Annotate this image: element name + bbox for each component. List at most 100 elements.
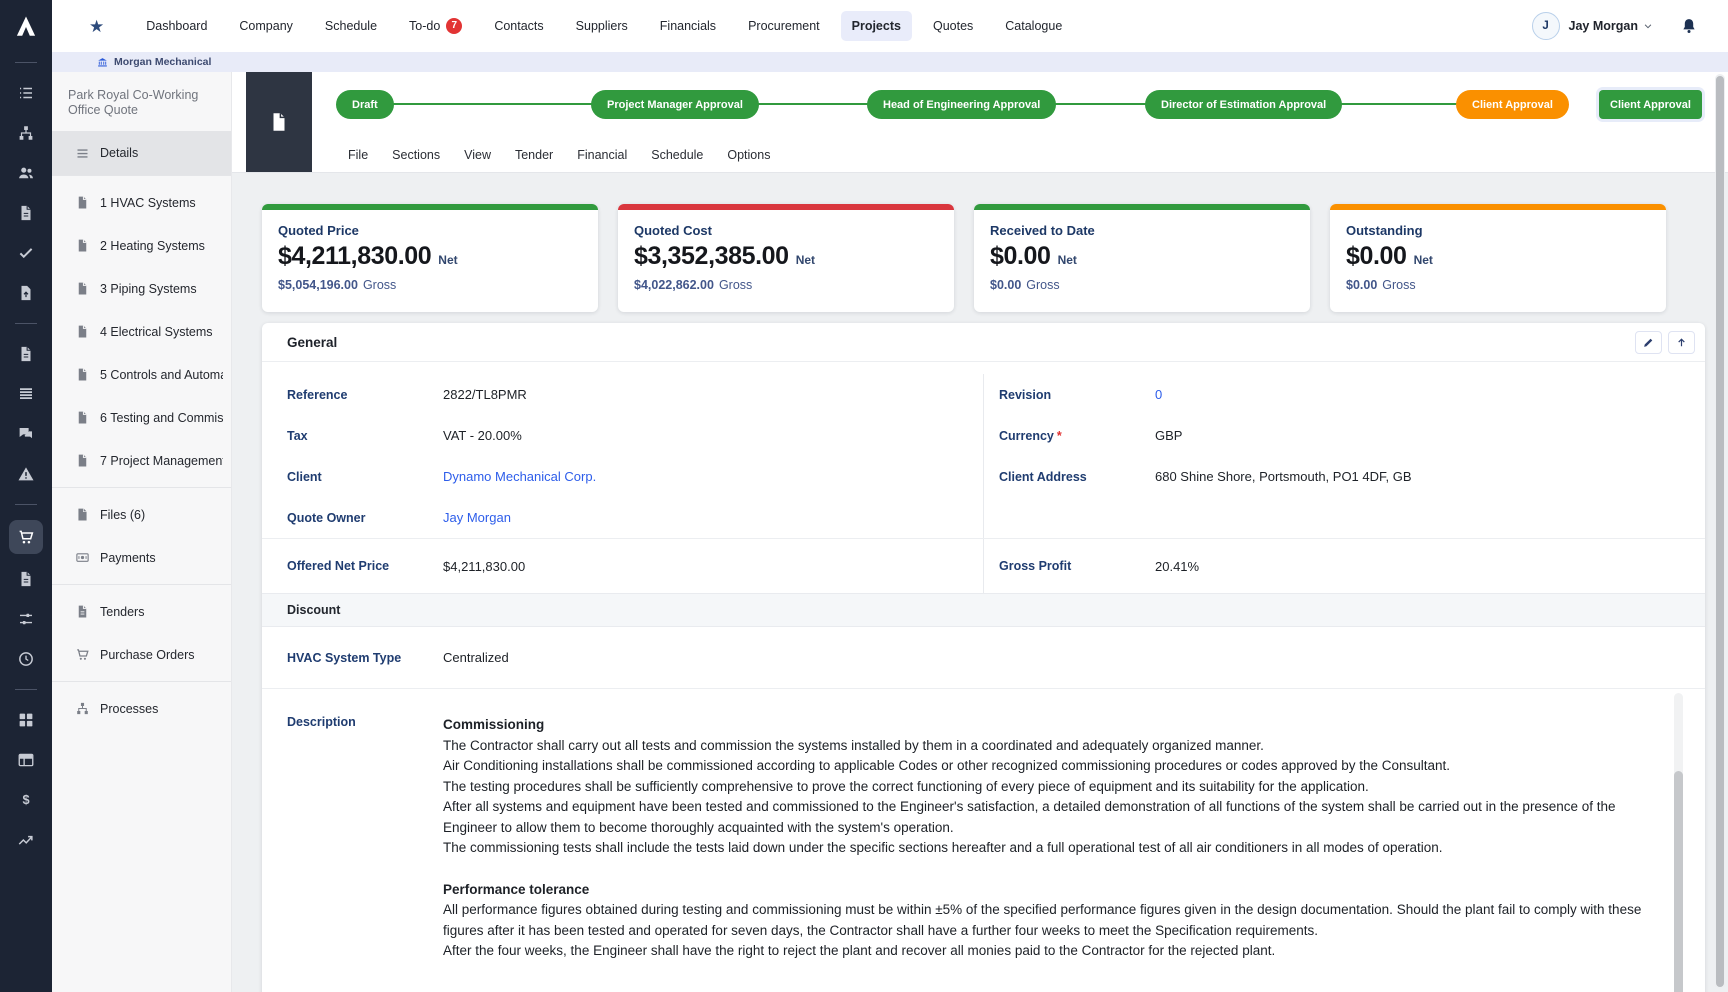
nav-dashboard[interactable]: Dashboard bbox=[135, 11, 218, 41]
menu-view[interactable]: View bbox=[464, 148, 491, 162]
sidebar-item-processes[interactable]: Processes bbox=[52, 687, 231, 730]
sidebar-item-tenders[interactable]: Tenders bbox=[52, 590, 231, 633]
sidebar-item-section-7[interactable]: 7 Project Management bbox=[52, 439, 231, 482]
sidebar-item-label: 2 Heating Systems bbox=[100, 239, 205, 253]
nav-quotes[interactable]: Quotes bbox=[922, 11, 984, 41]
hamburger-icon bbox=[75, 146, 90, 161]
workflow-step-estimation-approval[interactable]: Director of Estimation Approval bbox=[1145, 90, 1342, 119]
menu-tender[interactable]: Tender bbox=[515, 148, 553, 162]
cart-icon-selected[interactable] bbox=[9, 520, 43, 554]
document-icon[interactable] bbox=[17, 570, 35, 588]
clock-icon[interactable] bbox=[17, 650, 35, 668]
field-value-revision[interactable]: 0 bbox=[1155, 387, 1162, 402]
nav-catalogue[interactable]: Catalogue bbox=[994, 11, 1073, 41]
nav-todo[interactable]: To-do7 bbox=[398, 10, 473, 42]
sidebar-item-label: Purchase Orders bbox=[100, 648, 194, 662]
nav-suppliers[interactable]: Suppliers bbox=[565, 11, 639, 41]
field-label-client-address: Client Address bbox=[999, 470, 1155, 484]
file-icon bbox=[75, 507, 90, 522]
check-icon[interactable] bbox=[17, 244, 35, 262]
sidebar-group-processes: Processes bbox=[52, 681, 231, 735]
export-button[interactable] bbox=[1668, 331, 1695, 354]
sidebar-item-section-6[interactable]: 6 Testing and Commissioning bbox=[52, 396, 231, 439]
grid-icon[interactable] bbox=[17, 711, 35, 729]
field-label-quote-owner: Quote Owner bbox=[287, 511, 443, 525]
field-value-currency: GBP bbox=[1155, 428, 1182, 443]
file-upload-icon[interactable] bbox=[17, 284, 35, 302]
page-scrollbar-thumb[interactable] bbox=[1716, 76, 1724, 987]
sitemap-icon[interactable] bbox=[17, 124, 35, 142]
warning-icon[interactable] bbox=[17, 465, 35, 483]
document-icon[interactable] bbox=[17, 204, 35, 222]
menu-sections[interactable]: Sections bbox=[392, 148, 440, 162]
description-scrollbar[interactable] bbox=[1674, 693, 1683, 992]
sidebar-item-section-3[interactable]: 3 Piping Systems bbox=[52, 267, 231, 310]
menu-schedule[interactable]: Schedule bbox=[651, 148, 703, 162]
breadcrumb-label[interactable]: Morgan Mechanical bbox=[114, 56, 211, 68]
sidebar-item-section-1[interactable]: 1 HVAC Systems bbox=[52, 181, 231, 224]
chat-icon[interactable] bbox=[17, 425, 35, 443]
star-icon[interactable]: ★ bbox=[89, 18, 104, 35]
field-value-gross-profit: 20.41% bbox=[1155, 559, 1199, 574]
svg-text:$: $ bbox=[22, 792, 29, 807]
page-scrollbar[interactable] bbox=[1715, 74, 1725, 989]
description-heading: Commissioning bbox=[443, 715, 1658, 736]
nav-schedule[interactable]: Schedule bbox=[314, 11, 388, 41]
people-icon[interactable] bbox=[17, 164, 35, 182]
nav-label: Company bbox=[239, 19, 293, 33]
menu-options[interactable]: Options bbox=[727, 148, 770, 162]
rail-divider bbox=[15, 689, 37, 690]
chevron-down-icon[interactable] bbox=[1643, 21, 1653, 31]
sidebar-item-section-2[interactable]: 2 Heating Systems bbox=[52, 224, 231, 267]
nav-label: Dashboard bbox=[146, 19, 207, 33]
sidebar-item-files[interactable]: Files (6) bbox=[52, 493, 231, 536]
kpi-net-value: $3,352,385.00 bbox=[634, 242, 789, 271]
nav-procurement[interactable]: Procurement bbox=[737, 11, 831, 41]
sidebar-group-files: Files (6) Payments bbox=[52, 487, 231, 584]
workflow-step-client-approval[interactable]: Client Approval bbox=[1456, 90, 1569, 119]
nav-contacts[interactable]: Contacts bbox=[483, 11, 554, 41]
kpi-gross-value: $5,054,196.00 bbox=[278, 278, 358, 292]
field-value-quote-owner[interactable]: Jay Morgan bbox=[443, 510, 511, 525]
workflow-step-pm-approval[interactable]: Project Manager Approval bbox=[591, 90, 759, 119]
adjustments-icon[interactable] bbox=[17, 610, 35, 628]
kpi-net-suffix: Net bbox=[1058, 253, 1077, 267]
nav-projects-active[interactable]: Projects bbox=[841, 11, 912, 41]
document-icon[interactable] bbox=[17, 345, 35, 363]
rail-divider bbox=[15, 62, 37, 63]
breadcrumb: Morgan Mechanical bbox=[52, 52, 1728, 72]
edit-button[interactable] bbox=[1635, 331, 1662, 354]
field-value-client[interactable]: Dynamo Mechanical Corp. bbox=[443, 469, 596, 484]
nav-financials[interactable]: Financials bbox=[649, 11, 727, 41]
workflow-step-draft[interactable]: Draft bbox=[336, 90, 394, 119]
app-logo[interactable] bbox=[0, 0, 52, 52]
rows-icon[interactable] bbox=[17, 385, 35, 403]
client-approval-button[interactable]: Client Approval bbox=[1599, 90, 1702, 119]
description-scrollbar-thumb[interactable] bbox=[1674, 771, 1683, 992]
menu-financial[interactable]: Financial bbox=[577, 148, 627, 162]
quote-menubar: File Sections View Tender Financial Sche… bbox=[348, 138, 770, 171]
sidebar-item-section-5[interactable]: 5 Controls and Automation bbox=[52, 353, 231, 396]
table-icon[interactable] bbox=[17, 751, 35, 769]
kpi-net-suffix: Net bbox=[438, 253, 457, 267]
menu-file[interactable]: File bbox=[348, 148, 368, 162]
field-label-tax: Tax bbox=[287, 429, 443, 443]
bell-icon[interactable] bbox=[1680, 17, 1698, 35]
nav-label: Schedule bbox=[325, 19, 377, 33]
trend-icon[interactable] bbox=[17, 831, 35, 849]
sidebar-item-purchase-orders[interactable]: Purchase Orders bbox=[52, 633, 231, 676]
quote-doc-tab[interactable] bbox=[246, 72, 312, 172]
user-name[interactable]: Jay Morgan bbox=[1569, 19, 1638, 33]
dollar-icon[interactable]: $ bbox=[17, 791, 35, 809]
list-icon[interactable] bbox=[17, 84, 35, 102]
field-label-text: Currency bbox=[999, 429, 1054, 443]
sidebar-item-section-4[interactable]: 4 Electrical Systems bbox=[52, 310, 231, 353]
description-paragraph: All performance figures obtained during … bbox=[443, 900, 1658, 941]
workflow-step-engineering-approval[interactable]: Head of Engineering Approval bbox=[867, 90, 1056, 119]
sidebar-item-payments[interactable]: Payments bbox=[52, 536, 231, 579]
sidebar-item-details[interactable]: Details bbox=[52, 131, 231, 175]
avatar[interactable]: J bbox=[1532, 12, 1560, 40]
kpi-net-value: $4,211,830.00 bbox=[278, 242, 431, 271]
nav-label: Projects bbox=[852, 19, 901, 33]
nav-company[interactable]: Company bbox=[228, 11, 304, 41]
